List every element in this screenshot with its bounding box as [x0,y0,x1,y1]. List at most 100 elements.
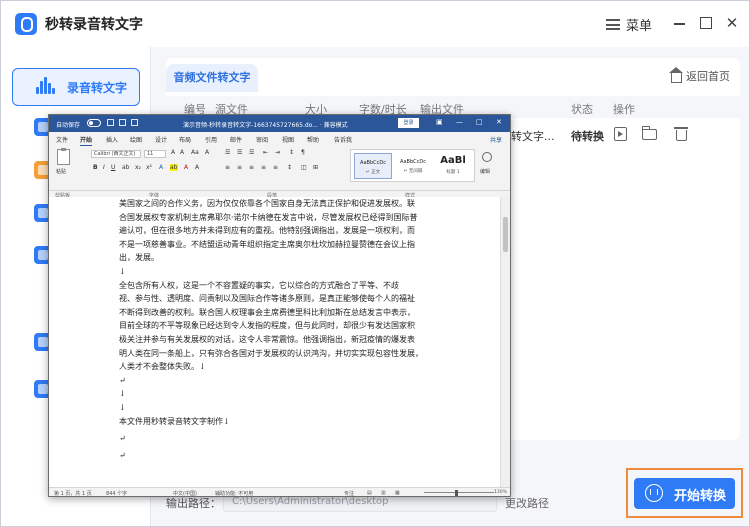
word-menu-item[interactable]: 插入 [106,135,118,144]
word-menu-item[interactable]: 引用 [205,135,217,144]
word-menu-item-home[interactable]: 开始 [80,135,93,146]
align-center-icon[interactable]: ≡ [237,164,242,171]
word-menu-item[interactable]: 视图 [282,135,294,144]
autosave-toggle[interactable] [87,119,101,127]
word-menu-item[interactable]: 设计 [155,135,167,144]
start-convert-button[interactable]: 开始转换 [634,478,735,509]
read-mode-icon[interactable]: ▤ [367,490,372,496]
paste-label: 粘贴 [56,169,67,175]
word-status-bar: 第 1 页，共 1 页 844 个字 中文(中国) 辅助功能: 不可用 专注 ▤… [49,487,510,497]
phonetic-icon[interactable]: A [205,149,209,156]
save-icon[interactable] [107,119,114,126]
style-preview: AaBl [440,155,466,166]
subscript-icon[interactable]: x₂ [135,164,141,171]
zoom-slider[interactable] [424,492,494,493]
page-count: 第 1 页，共 1 页 [54,491,92,497]
word-login-button[interactable]: 登录 [398,118,419,128]
increase-indent-icon[interactable]: ⇥ [275,149,280,156]
word-tell-me[interactable]: 告诉我 [334,135,352,144]
distributed-icon[interactable]: ≡ [273,164,278,171]
trash-icon[interactable] [674,127,688,141]
doc-line: ↵ [119,434,126,443]
align-right-icon[interactable]: ≡ [249,164,254,171]
focus-mode-button[interactable]: 专注 [344,490,354,496]
word-ribbon-options-icon[interactable]: ▣ [436,118,443,126]
word-scrollbar[interactable] [500,197,510,487]
language-status: 中文(中国) [173,491,197,497]
shading-icon[interactable]: ◫ [301,164,307,171]
style-normal[interactable]: AaBbCcDc ↵ 正文 [354,153,392,179]
word-menu-item[interactable]: 帮助 [307,135,319,144]
word-count: 844 个字 [106,491,128,497]
folder-icon[interactable] [641,126,657,140]
superscript-icon[interactable]: x² [146,164,152,171]
decrease-indent-icon[interactable]: ⇤ [263,149,268,156]
app-title: 秒转录音转文字 [45,17,143,33]
menu-label: 菜单 [626,18,653,34]
doc-line: 美国家之间的合作义务，因为仅仅依靠各个国家自身无法真正保护和促进发展权。联 [119,199,415,208]
title-bar: 秒转录音转文字 菜单 ✕ [1,1,749,47]
print-layout-icon[interactable]: ▥ [381,490,386,496]
accessibility-status: 辅助功能: 不可用 [215,491,254,497]
undo-icon[interactable] [119,119,126,126]
style-no-spacing[interactable]: AaBbCcDc ↵ 无间隔 [394,153,432,179]
edit-search-icon[interactable] [482,152,492,162]
strikethrough-icon[interactable]: ab [122,164,130,171]
change-path-link[interactable]: 更改路径 [505,495,549,511]
word-close-icon[interactable]: ✕ [496,118,502,126]
justify-icon[interactable]: ≡ [261,164,266,171]
shrink-font-icon[interactable]: A [180,149,184,156]
borders-icon[interactable]: ⊞ [313,164,318,171]
paste-icon[interactable] [57,148,70,165]
web-layout-icon[interactable]: ▦ [395,490,400,496]
autosave-label: 自动保存 [56,122,81,129]
doc-line: 合国发展权专家机制主席弗耶尔·诺尔卡纳德在发言中说，尽管发展权已经得到国际普 [119,212,418,222]
doc-line: 不断得到改善的权利。联合国人权理事会主席费德里科比利加斯在总结发言中表示， [119,307,415,317]
tab-audio-file-to-text[interactable]: 音频文件转文字 [166,64,258,92]
word-share-button[interactable]: 共享 [490,135,502,144]
column-header: 操作 [613,103,635,116]
word-maximize-icon[interactable]: □ [476,118,483,126]
bold-icon[interactable]: B [93,164,98,171]
redo-icon[interactable] [131,119,138,126]
font-color-icon[interactable]: A [184,164,188,171]
sidebar-item-audio-to-text[interactable]: 录音转文字 [12,68,140,106]
font-size-select[interactable]: 11 [144,150,166,158]
output-path-label: 输出路径： [166,497,221,510]
menu-button[interactable]: 菜单 [606,15,653,34]
close-icon[interactable]: ✕ [725,16,739,31]
font-name-select[interactable]: Calibri (西文正文) [91,150,141,158]
word-minimize-icon[interactable]: — [456,118,463,126]
zoom-level[interactable]: 130% [494,490,507,495]
play-icon[interactable] [614,127,627,141]
word-menu-item[interactable]: 邮件 [230,135,242,144]
highlight-icon[interactable]: ab [170,164,178,171]
back-home-button[interactable]: 返回首页 [669,66,730,84]
word-menu-item[interactable]: 布局 [179,135,191,144]
sort-icon[interactable]: ↕ [289,149,294,156]
word-document-body[interactable]: 美国家之间的合作义务，因为仅仅依靠各个国家自身无法真正保护和促进发展权。联 合国… [49,197,510,487]
doc-line: ↵ [119,375,126,385]
multilevel-list-icon[interactable]: ☰ [249,149,254,156]
numbering-icon[interactable]: ☰ [237,149,242,156]
bullets-icon[interactable]: ☰ [225,149,230,156]
minimize-icon[interactable] [673,16,687,30]
word-menu-item[interactable]: 绘图 [130,135,142,144]
italic-icon[interactable]: I [103,164,105,171]
show-marks-icon[interactable]: ¶ [301,149,305,156]
line-spacing-icon[interactable]: ↕ [287,164,292,171]
word-menu-item[interactable]: 审阅 [256,135,268,144]
zoom-slider-thumb[interactable] [455,490,458,496]
word-menu-item[interactable]: 文件 [56,135,68,144]
style-heading-1[interactable]: AaBl 标题 1 [434,153,472,179]
hamburger-icon [606,18,620,30]
grow-font-icon[interactable]: A [171,149,175,156]
maximize-icon[interactable] [699,16,713,30]
style-name: 标题 1 [446,170,460,175]
align-left-icon[interactable]: ≡ [225,164,230,171]
underline-icon[interactable]: U [111,164,115,171]
change-case-icon[interactable]: Aa [191,149,199,156]
doc-line: 明人类在同一条船上，只有弥合各国对于发展权的认识鸿沟，并切实实现包容性发展， [119,348,423,358]
char-shading-icon[interactable]: A [195,164,199,171]
text-effect-icon[interactable]: A [159,164,163,171]
